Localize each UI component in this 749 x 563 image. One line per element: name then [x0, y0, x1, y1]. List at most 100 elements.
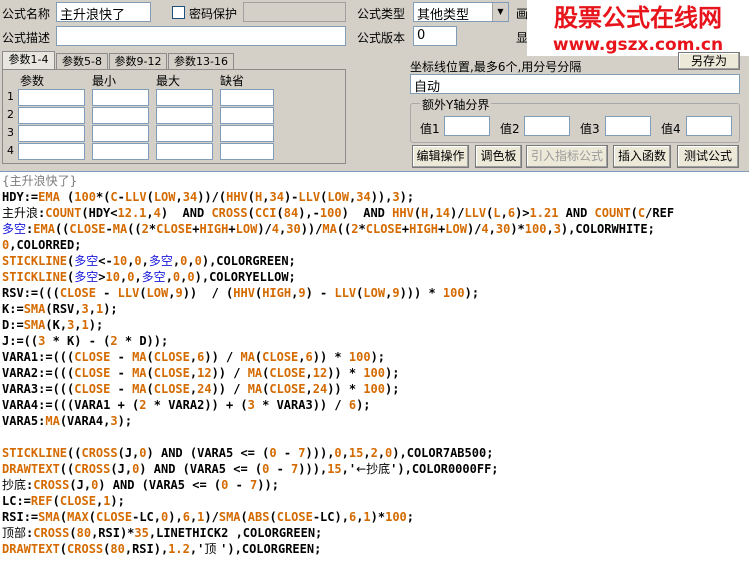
code-token: LOW — [153, 190, 176, 204]
code-token: 35 — [134, 526, 149, 540]
code-token: )- — [283, 190, 299, 204]
code-token: 100 — [74, 190, 96, 204]
site-watermark: 股票公式在线网 www.gszx.com.cn — [527, 0, 749, 56]
code-token: VARA2 — [2, 366, 39, 380]
code-token: SMA — [218, 510, 241, 524]
param-cell-input[interactable] — [92, 125, 149, 142]
tab-params-1-4[interactable]: 参数1-4 — [2, 51, 55, 70]
code-token: 1 — [363, 510, 371, 524]
formula-version-input[interactable]: 0 — [413, 26, 457, 46]
param-cell-input[interactable] — [92, 143, 149, 160]
code-line: J:=((3 * K) - (2 * D)); — [2, 333, 168, 349]
code-token: 顶 — [204, 542, 221, 556]
code-token: -LC, — [132, 510, 162, 524]
param-cell-input[interactable] — [156, 89, 213, 106]
code-token: 2 — [370, 446, 378, 460]
y-value-2-input[interactable] — [524, 116, 570, 136]
code-token: '),COLOR0000FF; — [390, 462, 499, 476]
code-line: VARA4:=(((VARA1 + (2 * VARA2)) + (3 * VA… — [2, 397, 371, 413]
param-cell-input[interactable] — [156, 125, 213, 142]
tab-params-13-16[interactable]: 参数13-16 — [168, 53, 234, 70]
code-token: ) AND (VARA5 <= ( — [146, 446, 270, 460]
code-token: - — [276, 446, 299, 460]
code-token: CROSS — [33, 526, 70, 540]
insert-function-button[interactable]: 插入函数 — [613, 145, 671, 168]
param-header-name: 参数 — [20, 74, 45, 88]
code-token: HIGH — [409, 222, 439, 236]
code-token: - — [269, 462, 292, 476]
param-cell-input[interactable] — [220, 89, 274, 106]
code-token: )) / — [204, 350, 241, 364]
code-token: 12 — [312, 366, 328, 380]
import-indicator-button[interactable]: 引入指标公式 — [526, 145, 608, 168]
y-value-1-input[interactable] — [444, 116, 490, 136]
palette-button[interactable]: 调色板 — [475, 145, 522, 168]
code-token: (( — [336, 222, 352, 236]
code-token: , — [187, 254, 195, 268]
code-token: 抄底 — [2, 478, 27, 492]
code-token: ); — [117, 414, 133, 428]
code-token: ( — [276, 206, 284, 220]
param-cell-input[interactable] — [92, 107, 149, 124]
formula-desc-input[interactable] — [56, 26, 346, 46]
code-token: 9 — [175, 286, 183, 300]
code-token: ( — [59, 190, 75, 204]
save-as-button[interactable]: 另存为 — [678, 52, 740, 70]
code-token: ,RSI), — [124, 542, 169, 556]
chevron-down-icon[interactable]: ▼ — [492, 3, 508, 21]
param-cell-input[interactable] — [18, 143, 85, 160]
code-token: , — [298, 350, 306, 364]
code-token: ( — [146, 366, 154, 380]
code-token: (RSV, — [45, 302, 82, 316]
y-value-3-input[interactable] — [605, 116, 651, 136]
formula-code-editor[interactable]: {主升浪快了} HDY:=EMA (100*(C-LLV(LOW,34))/(HH… — [0, 171, 749, 563]
code-token: HHV — [233, 286, 255, 300]
code-token: ( — [146, 350, 154, 364]
code-token: 9 — [298, 286, 306, 300]
code-token: 100 — [319, 206, 342, 220]
param-cell-input[interactable] — [18, 125, 85, 142]
y-value-4-input[interactable] — [686, 116, 732, 136]
code-token: '),COLORGREEN; — [220, 542, 322, 556]
code-token: ( — [146, 382, 154, 396]
code-token: CROSS — [81, 446, 118, 460]
code-token: * VARA3)) / — [254, 398, 349, 412]
code-token: 主升浪 — [2, 206, 39, 220]
password-input[interactable] — [243, 2, 346, 22]
code-token: 3 — [81, 302, 89, 316]
param-cell-input[interactable] — [18, 89, 85, 106]
param-cell-input[interactable] — [220, 143, 274, 160]
code-token: HHV — [226, 190, 248, 204]
code-token: 15 — [327, 462, 342, 476]
formula-type-select[interactable]: 其他类型 ▼ — [413, 2, 509, 22]
param-header-max: 最大 — [156, 74, 181, 88]
tab-params-9-12[interactable]: 参数9-12 — [109, 53, 167, 70]
param-cell-input[interactable] — [92, 89, 149, 106]
param-cell-input[interactable] — [220, 107, 274, 124]
code-token: 多空 — [141, 270, 166, 284]
axis-lines-input[interactable]: 自动 — [410, 74, 740, 94]
code-token: :=((( — [38, 350, 75, 364]
code-token: )) / — [211, 382, 248, 396]
code-token: + — [228, 222, 236, 236]
code-token: )); — [257, 478, 279, 492]
param-cell-input[interactable] — [156, 143, 213, 160]
password-checkbox[interactable] — [172, 6, 185, 19]
param-cell-input[interactable] — [220, 125, 274, 142]
param-cell-input[interactable] — [18, 107, 85, 124]
code-token: VARA4 — [2, 398, 39, 412]
code-token: 1 — [81, 318, 89, 332]
code-token: ,' — [189, 542, 205, 556]
code-token: (( — [54, 222, 70, 236]
test-formula-button[interactable]: 测试公式 — [677, 145, 739, 168]
param-cell-input[interactable] — [156, 107, 213, 124]
code-token: - — [117, 190, 125, 204]
formula-name-input[interactable]: 主升浪快了 — [56, 2, 151, 22]
code-token: )> — [515, 206, 530, 220]
param-row-number: 3 — [7, 126, 14, 139]
edit-operation-button[interactable]: 编辑操作 — [412, 145, 469, 168]
code-token: 3 — [392, 190, 400, 204]
tab-params-5-8[interactable]: 参数5-8 — [56, 53, 108, 70]
code-token: - — [105, 222, 113, 236]
code-token: :=(( — [9, 334, 39, 348]
